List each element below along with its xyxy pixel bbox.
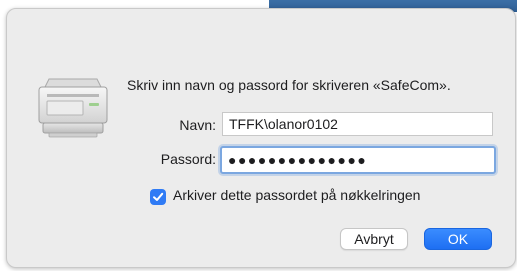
remember-label[interactable]: Arkiver dette passordet på nøkkelringen xyxy=(173,187,420,203)
printer-icon xyxy=(35,77,111,139)
screen: Skriv inn navn og passord for skriveren … xyxy=(0,0,517,271)
dialog-prompt: Skriv inn navn og passord for skriveren … xyxy=(127,77,451,93)
cancel-button[interactable]: Avbryt xyxy=(340,228,408,250)
remember-checkbox[interactable] xyxy=(150,189,166,205)
name-field[interactable]: TFFK\olanor0102 xyxy=(222,112,493,136)
password-label: Passord: xyxy=(160,151,216,167)
ok-button[interactable]: OK xyxy=(424,228,492,250)
password-field[interactable]: ●●●●●●●●●●●●●● xyxy=(220,146,496,174)
checkmark-icon xyxy=(153,192,164,201)
name-label: Navn: xyxy=(179,117,216,133)
